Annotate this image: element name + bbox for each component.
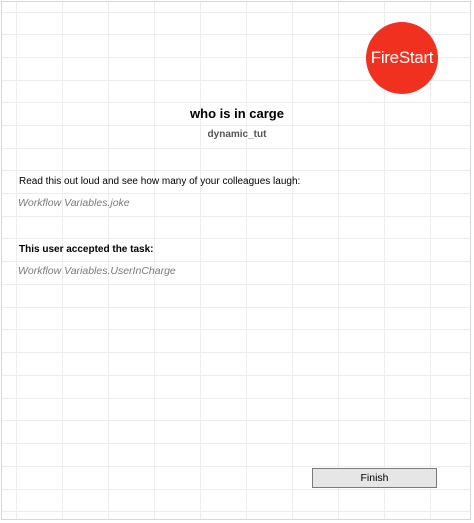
finish-button[interactable]: Finish bbox=[312, 468, 437, 488]
form-subtitle: dynamic_tut bbox=[207, 129, 267, 140]
accepted-value: Workflow Variables.UserInCharge bbox=[18, 265, 176, 277]
joke-value: Workflow Variables.joke bbox=[18, 197, 130, 209]
firestart-logo: FireStart bbox=[366, 22, 438, 94]
accepted-label: This user accepted the task: bbox=[19, 244, 154, 255]
form-title: who is in carge bbox=[190, 106, 284, 121]
logo-text: FireStart bbox=[370, 48, 434, 67]
joke-label: Read this out loud and see how many of y… bbox=[19, 176, 301, 187]
